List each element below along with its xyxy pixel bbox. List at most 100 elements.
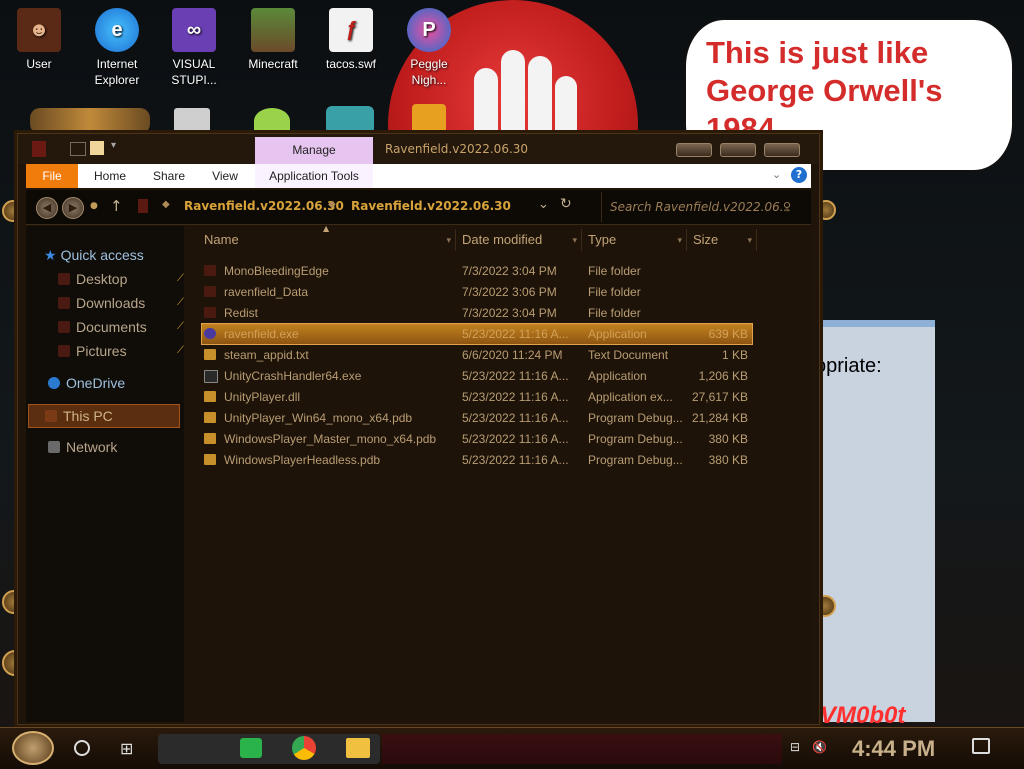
chrome-icon[interactable]: [292, 736, 316, 760]
chevron-down-icon[interactable]: ▾: [446, 229, 451, 251]
table-row[interactable]: WindowsPlayerHeadless.pdb 5/23/2022 11:1…: [202, 450, 752, 470]
desktop-icon-partial[interactable]: [326, 106, 374, 134]
tab-view[interactable]: View: [206, 164, 244, 188]
table-row-selected[interactable]: ravenfield.exe 5/23/2022 11:16 A... Appl…: [201, 323, 753, 345]
desktop-icon-user[interactable]: ☻ User: [2, 8, 76, 72]
nav-onedrive[interactable]: OneDrive: [48, 372, 184, 394]
table-row[interactable]: UnityCrashHandler64.exe 5/23/2022 11:16 …: [202, 366, 752, 386]
table-row[interactable]: MonoBleedingEdge 7/3/2022 3:04 PM File f…: [202, 261, 752, 281]
tab-manage[interactable]: Manage: [255, 137, 373, 164]
nav-pictures[interactable]: Pictures ⟋: [58, 340, 184, 362]
table-row[interactable]: ravenfield_Data 7/3/2022 3:06 PM File fo…: [202, 282, 752, 302]
desktop-icon-tacos-swf[interactable]: ƒ tacos.swf: [314, 8, 388, 72]
dll-file-icon: [204, 391, 216, 402]
search-input[interactable]: Search Ravenfield.v2022.06...: [601, 192, 801, 222]
table-row[interactable]: Redist 7/3/2022 3:04 PM File folder: [202, 303, 752, 323]
tab-file[interactable]: File: [26, 164, 78, 188]
file-explorer-icon[interactable]: [346, 738, 370, 758]
back-button[interactable]: ◀: [36, 197, 58, 219]
file-name: ravenfield_Data: [224, 285, 309, 299]
notification-icon[interactable]: [972, 738, 990, 754]
nav-label: OneDrive: [66, 375, 126, 391]
start-icon[interactable]: [12, 731, 54, 765]
desktop-icon-partial[interactable]: [412, 104, 446, 134]
documents-icon: [58, 321, 70, 333]
ravenfield-app-icon: [204, 328, 216, 339]
forward-button[interactable]: ▶: [62, 197, 84, 219]
recent-locations-icon[interactable]: ●: [90, 201, 98, 211]
chevron-down-icon[interactable]: ▾: [572, 229, 577, 251]
breadcrumb-item[interactable]: Ravenfield.v2022.06.30: [351, 199, 511, 213]
folder-icon: [204, 286, 216, 297]
file-name: WindowsPlayerHeadless.pdb: [224, 453, 381, 467]
desktop-icon-label: tacos.swf: [325, 57, 376, 71]
tab-share[interactable]: Share: [146, 164, 192, 188]
tab-home[interactable]: Home: [88, 164, 132, 188]
refresh-icon[interactable]: ↻: [560, 196, 572, 212]
up-arrow-icon[interactable]: ↑: [110, 197, 123, 215]
network-icon[interactable]: ⊟: [790, 740, 804, 754]
file-date: 5/23/2022 11:16 A...: [462, 411, 569, 425]
cortana-circle-icon[interactable]: [74, 740, 90, 756]
ribbon-expand-icon[interactable]: ⌄: [772, 168, 781, 181]
pin-icon: ⟋: [177, 297, 184, 308]
column-header-type[interactable]: Type ▾: [582, 229, 687, 251]
nav-desktop[interactable]: Desktop ⟋: [58, 268, 184, 290]
nav-quick-access[interactable]: ★ Quick access: [44, 244, 184, 266]
desktop-icon-partial[interactable]: [174, 108, 210, 134]
desktop-icon-label: Minecraft: [248, 57, 298, 71]
quick-access-toolbar-dropdown-icon[interactable]: ▾: [111, 140, 116, 151]
new-folder-icon[interactable]: [90, 141, 104, 155]
help-icon[interactable]: ?: [791, 167, 807, 183]
user-icon: ☻: [17, 8, 61, 52]
close-button[interactable]: [764, 143, 800, 157]
watermark-text: VM0b0t: [820, 702, 906, 729]
star-icon: ★: [44, 247, 57, 263]
desktop-icon-partial[interactable]: [254, 108, 290, 134]
nav-downloads[interactable]: Downloads ⟋: [58, 292, 184, 314]
minimize-button[interactable]: [676, 143, 712, 157]
chevron-down-icon[interactable]: ▾: [747, 229, 752, 251]
column-header-size[interactable]: Size ▾: [687, 229, 757, 251]
steampunk-ornament: [30, 108, 150, 134]
column-header-date-modified[interactable]: Date modified ▾: [456, 229, 582, 251]
chevron-down-icon[interactable]: ▾: [677, 229, 682, 251]
column-label: Type: [588, 232, 617, 247]
file-type: Program Debug...: [588, 453, 683, 467]
task-view-icon[interactable]: ⊞: [120, 739, 140, 758]
file-name: WindowsPlayer_Master_mono_x64.pdb: [224, 432, 437, 446]
volume-muted-icon[interactable]: 🔇: [812, 740, 828, 754]
address-dropdown-icon[interactable]: ⌄: [538, 197, 549, 212]
file-type: File folder: [588, 264, 641, 278]
file-type: File folder: [588, 285, 641, 299]
table-row[interactable]: WindowsPlayer_Master_mono_x64.pdb 5/23/2…: [202, 429, 752, 449]
desktop-icon-label: User: [26, 57, 52, 71]
spotify-icon[interactable]: [240, 738, 262, 758]
file-type: Program Debug...: [588, 411, 683, 425]
file-date: 5/23/2022 11:16 A...: [462, 453, 569, 467]
table-row[interactable]: UnityPlayer.dll 5/23/2022 11:16 A... App…: [202, 387, 752, 407]
tab-application-tools[interactable]: Application Tools: [255, 164, 373, 188]
file-type: Program Debug...: [588, 432, 683, 446]
file-date: 7/3/2022 3:06 PM: [462, 285, 557, 299]
desktop-icon-peggle[interactable]: P Peggle Nigh...: [392, 8, 466, 88]
breadcrumb-item[interactable]: Ravenfield.v2022.06.30: [184, 199, 344, 213]
properties-icon[interactable]: [70, 142, 86, 156]
computer-icon: [45, 410, 57, 422]
file-date: 7/3/2022 3:04 PM: [462, 264, 557, 278]
nav-documents[interactable]: Documents ⟋: [58, 316, 184, 338]
window-titlebar: ▾ Manage Ravenfield.v2022.06.30: [18, 134, 819, 164]
desktop-icon-visual-studio[interactable]: ∞ VISUAL STUPI...: [157, 8, 231, 88]
table-row[interactable]: steam_appid.txt 6/6/2020 11:24 PM Text D…: [202, 345, 752, 365]
column-header-name[interactable]: Name ▾: [198, 229, 456, 251]
clock[interactable]: 4:44 PM: [852, 736, 935, 762]
nav-network[interactable]: Network: [48, 436, 184, 458]
file-name: MonoBleedingEdge: [224, 264, 329, 278]
column-label: Date modified: [462, 232, 543, 247]
desktop-icon-minecraft[interactable]: Minecraft: [236, 8, 310, 72]
nav-this-pc[interactable]: This PC: [28, 404, 180, 428]
table-row[interactable]: UnityPlayer_Win64_mono_x64.pdb 5/23/2022…: [202, 408, 752, 428]
maximize-button[interactable]: [720, 143, 756, 157]
desktop-icon-internet-explorer[interactable]: e Internet Explorer: [80, 8, 154, 88]
pin-icon: ⟋: [177, 273, 184, 284]
